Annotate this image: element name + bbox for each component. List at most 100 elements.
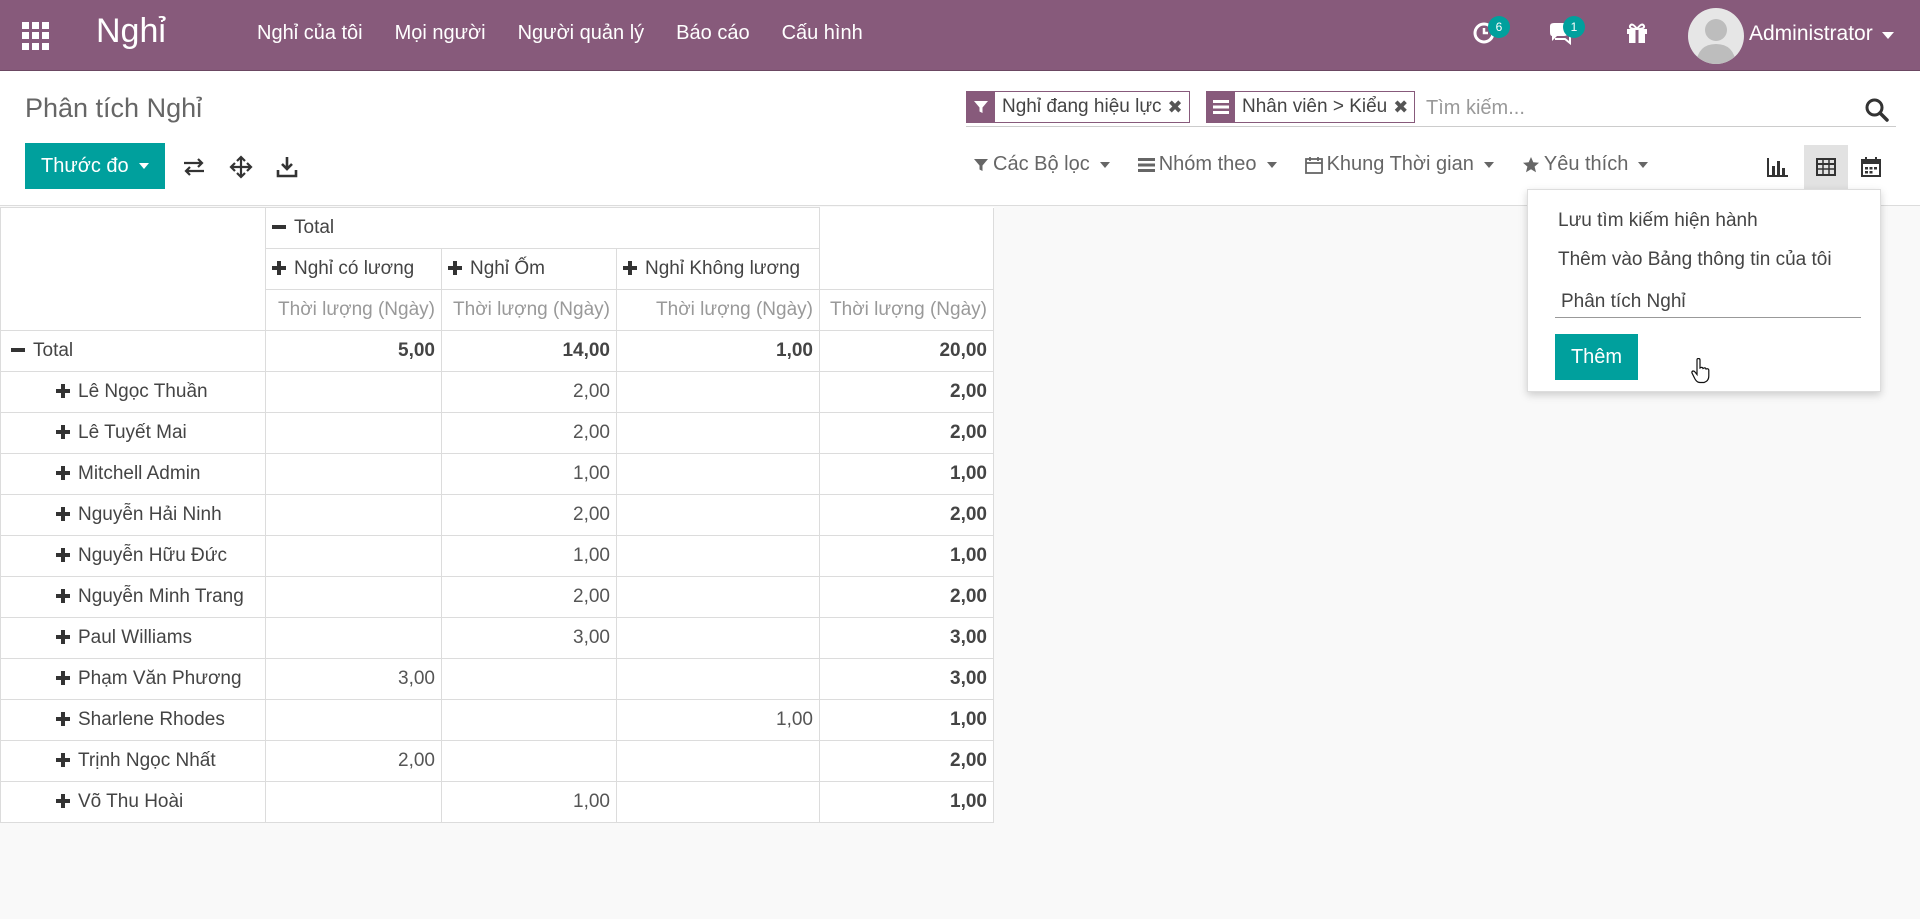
pivot-view-icon[interactable]: [1804, 145, 1848, 189]
employee-name: Võ Thu Hoài: [78, 791, 184, 812]
row-header-employee[interactable]: Lê Tuyết Mai: [0, 412, 266, 454]
grand-total-cell: 20,00: [819, 330, 994, 372]
row-header-employee[interactable]: Võ Thu Hoài: [0, 781, 266, 823]
app-brand[interactable]: Nghỉ: [96, 12, 166, 51]
measure-header[interactable]: Thời lượng (Ngày): [819, 289, 994, 331]
row-header-employee[interactable]: Trịnh Ngọc Nhất: [0, 740, 266, 782]
row-header-employee[interactable]: Nguyễn Minh Trang: [0, 576, 266, 618]
calendar-view-icon[interactable]: [1849, 145, 1893, 189]
dashboard-name-input[interactable]: [1555, 286, 1861, 318]
collapse-icon: [11, 343, 25, 357]
row-header-employee[interactable]: Sharlene Rhodes: [0, 699, 266, 741]
user-menu-name[interactable]: Administrator: [1749, 22, 1873, 46]
row-total-cell: 1,00: [819, 699, 994, 741]
row-header-employee[interactable]: Paul Williams: [0, 617, 266, 659]
menu-item-everyone[interactable]: Mọi người: [395, 22, 486, 45]
column-header-sick-leave[interactable]: Nghỉ Ốm: [441, 248, 617, 290]
value-cell: [616, 371, 820, 413]
menu-item-my-leaves[interactable]: Nghỉ của tôi: [257, 22, 363, 45]
value-cell: [265, 617, 442, 659]
search-facet-groupby: Nhân viên > Kiểu ✖: [1206, 91, 1416, 123]
measure-header[interactable]: Thời lượng (Ngày): [265, 289, 442, 331]
menu-item-reports[interactable]: Báo cáo: [676, 22, 749, 45]
pivot-row: Paul Williams 3,00 3,00: [0, 617, 994, 659]
flip-axis-icon[interactable]: [182, 155, 206, 179]
filter-icon: [967, 92, 995, 122]
row-header-employee[interactable]: Mitchell Admin: [0, 453, 266, 495]
total-cell: 14,00: [441, 330, 617, 372]
value-cell: [265, 494, 442, 536]
filters-label: Các Bộ lọc: [993, 153, 1090, 175]
graph-view-icon[interactable]: [1756, 145, 1800, 189]
user-avatar[interactable]: [1688, 8, 1744, 64]
row-header-employee[interactable]: Nguyễn Hải Ninh: [0, 494, 266, 536]
caret-down-icon: [1099, 161, 1110, 168]
value-cell: 1,00: [441, 781, 617, 823]
column-header-unpaid-leave[interactable]: Nghỉ Không lương: [616, 248, 820, 290]
row-header-employee[interactable]: Lê Ngọc Thuần: [0, 371, 266, 413]
menu-item-configuration[interactable]: Cấu hình: [782, 22, 863, 45]
value-cell: [265, 576, 442, 618]
caret-down-icon: [1483, 161, 1494, 168]
bars-icon: [1137, 157, 1155, 172]
total-cell: 5,00: [265, 330, 442, 372]
pivot-row: Sharlene Rhodes 1,00 1,00: [0, 699, 994, 741]
measures-button[interactable]: Thước đo: [25, 143, 165, 189]
measure-header[interactable]: Thời lượng (Ngày): [616, 289, 820, 331]
gift-icon[interactable]: [1624, 20, 1650, 46]
control-panel: Phân tích Nghỉ Nghỉ đang hiệu lực ✖ Nhân…: [0, 71, 1920, 206]
value-cell: [265, 535, 442, 577]
expand-all-icon[interactable]: [229, 155, 253, 179]
timeframe-dropdown-toggle[interactable]: Khung Thời gian: [1304, 153, 1494, 176]
remove-facet-icon[interactable]: ✖: [1168, 97, 1189, 118]
favorites-dropdown-toggle[interactable]: Yêu thích: [1522, 153, 1649, 176]
row-header-employee[interactable]: Phạm Văn Phương: [0, 658, 266, 700]
value-cell: [616, 781, 820, 823]
row-total-cell: 3,00: [819, 658, 994, 700]
employee-name: Paul Williams: [78, 627, 193, 648]
expand-icon: [56, 671, 70, 685]
favorites-label: Yêu thích: [1543, 153, 1629, 175]
download-icon[interactable]: [275, 155, 299, 179]
total-cell: 1,00: [616, 330, 820, 372]
search-facet-filter: Nghỉ đang hiệu lực ✖: [966, 91, 1190, 123]
filters-dropdown-toggle[interactable]: Các Bộ lọc: [973, 153, 1110, 176]
row-total-cell: 2,00: [819, 371, 994, 413]
value-cell: [616, 658, 820, 700]
row-header-employee[interactable]: Nguyễn Hữu Đức: [0, 535, 266, 577]
row-header-total[interactable]: Total: [0, 330, 266, 372]
expand-icon: [56, 507, 70, 521]
row-total-cell: 2,00: [819, 412, 994, 454]
employee-name: Lê Ngọc Thuần: [78, 381, 208, 402]
value-cell: [616, 412, 820, 454]
activity-clock-icon[interactable]: 6: [1472, 16, 1510, 46]
groupby-dropdown-toggle[interactable]: Nhóm theo: [1137, 153, 1277, 176]
search-icon[interactable]: [1864, 97, 1890, 123]
expand-icon: [56, 548, 70, 562]
add-button[interactable]: Thêm: [1555, 334, 1638, 380]
column-header-total[interactable]: Total: [265, 207, 820, 249]
expand-icon: [56, 425, 70, 439]
add-to-dashboard[interactable]: Thêm vào Bảng thông tin của tôi: [1558, 249, 1832, 271]
messages-icon[interactable]: 1: [1547, 16, 1585, 46]
column-header-paid-leave[interactable]: Nghỉ có lương: [265, 248, 442, 290]
caret-down-icon: [1266, 161, 1277, 168]
star-icon: [1522, 156, 1539, 172]
page-title: Phân tích Nghỉ: [25, 93, 203, 123]
row-total-cell: 2,00: [819, 576, 994, 618]
pivot-row: Võ Thu Hoài 1,00 1,00: [0, 781, 994, 823]
measure-header[interactable]: Thời lượng (Ngày): [441, 289, 617, 331]
row-total-cell: 1,00: [819, 535, 994, 577]
value-cell: [265, 699, 442, 741]
apps-menu-icon[interactable]: [22, 22, 50, 50]
search-input[interactable]: [1426, 93, 1816, 123]
remove-facet-icon[interactable]: ✖: [1393, 97, 1414, 118]
search-options: Các Bộ lọc Nhóm theo Khung Thời gian Yêu…: [973, 153, 1676, 176]
measures-label: Thước đo: [41, 154, 129, 177]
value-cell: 2,00: [441, 412, 617, 454]
user-menu-caret-icon[interactable]: [1882, 32, 1894, 39]
menu-item-manager[interactable]: Người quản lý: [518, 22, 645, 45]
save-current-search[interactable]: Lưu tìm kiếm hiện hành: [1558, 210, 1758, 232]
employee-name: Lê Tuyết Mai: [78, 422, 187, 443]
value-cell: 3,00: [441, 617, 617, 659]
